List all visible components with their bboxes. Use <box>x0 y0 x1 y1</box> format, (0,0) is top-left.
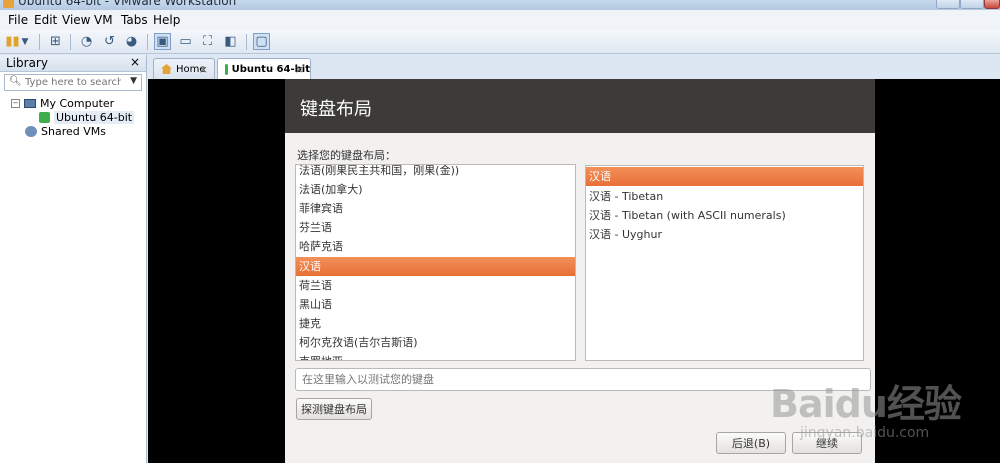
list-item[interactable]: 法语(刚果民主共和国，刚果(金)) <box>296 165 575 180</box>
power-dropdown-icon[interactable]: ▼ <box>20 33 30 50</box>
menu-vm[interactable]: VM <box>94 13 113 27</box>
list-item[interactable]: 芬兰语 <box>296 218 575 237</box>
title-bar: Ubuntu 64-bit - VMware Workstation <box>0 0 1000 10</box>
library-close-icon[interactable]: × <box>130 55 140 69</box>
menu-file[interactable]: File <box>8 13 28 27</box>
full-screen-icon[interactable]: ⛶ <box>199 33 216 50</box>
revert-snapshot-icon[interactable]: ↺ <box>101 33 118 50</box>
menu-help[interactable]: Help <box>153 13 180 27</box>
toolbar: ▮▮ ▼ ⊞ ◔ ↺ ◕ ▣ ▭ ⛶ ◧ ▢ <box>0 30 1000 54</box>
list-item[interactable]: 黑山语 <box>296 295 575 314</box>
tab-bar: Home × Ubuntu 64-bit × <box>148 55 1000 79</box>
shared-vms-icon <box>25 126 37 137</box>
unity-icon[interactable]: ◧ <box>222 33 239 50</box>
list-item[interactable]: 克罗地亚 <box>296 352 575 360</box>
list-item[interactable]: 哈萨克语 <box>296 237 575 256</box>
search-dropdown-icon[interactable]: ▼ <box>130 76 137 86</box>
list-item[interactable]: 法语(加拿大) <box>296 180 575 199</box>
library-search-input[interactable] <box>25 76 121 89</box>
tab-ubuntu[interactable]: Ubuntu 64-bit × <box>217 58 311 79</box>
menu-view[interactable]: View <box>62 13 90 27</box>
power-icon[interactable]: ▮▮ <box>4 33 21 50</box>
watermark-url: jingyan.baidu.com <box>800 425 930 441</box>
library-panel: Library × 🔍︎ ▼ − My Computer Ubuntu 64-b… <box>0 55 147 463</box>
snapshot-icon[interactable]: ◔ <box>78 33 95 50</box>
collapse-icon[interactable]: − <box>11 99 20 108</box>
tab-close-icon[interactable]: × <box>295 63 304 76</box>
detect-layout-button[interactable]: 探测键盘布局 <box>296 398 372 420</box>
list-item[interactable]: 菲律宾语 <box>296 199 575 218</box>
list-item[interactable]: 汉语 - Uyghur <box>586 225 863 244</box>
close-window-button[interactable] <box>984 0 1000 9</box>
variant-list[interactable]: 汉语 汉语 - Tibetan 汉语 - Tibetan (with ASCII… <box>585 165 864 361</box>
tree-my-computer[interactable]: − My Computer <box>11 97 114 110</box>
menu-bar: File Edit View VM Tabs Help <box>0 10 1000 30</box>
layout-prompt: 选择您的键盘布局： <box>297 149 396 162</box>
library-title: Library <box>6 56 48 70</box>
watermark-logo: Baidu经验 <box>770 382 962 426</box>
network-icon[interactable]: ⊞ <box>47 33 64 50</box>
list-item-selected[interactable]: 汉语 <box>586 167 863 186</box>
list-item[interactable]: 汉语 - Tibetan (with ASCII numerals) <box>586 206 863 225</box>
list-item[interactable]: 荷兰语 <box>296 276 575 295</box>
minimize-button[interactable] <box>936 0 960 9</box>
tree-shared-vms[interactable]: Shared VMs <box>25 125 106 138</box>
list-item-selected[interactable]: 汉语 <box>296 257 575 276</box>
list-item[interactable]: 捷克 <box>296 314 575 333</box>
thumbnail-bar-icon[interactable]: ▭ <box>177 33 194 50</box>
console-view-icon[interactable]: ▢ <box>253 33 270 50</box>
tab-home[interactable]: Home × <box>153 58 215 79</box>
vm-running-icon <box>225 63 228 75</box>
maximize-button[interactable] <box>960 0 984 9</box>
library-search[interactable]: 🔍︎ ▼ <box>4 74 142 91</box>
keyboard-test-input[interactable] <box>302 372 842 387</box>
computer-icon <box>24 99 36 108</box>
snapshot-manager-icon[interactable]: ◕ <box>123 33 140 50</box>
dialog-header: 键盘布局 <box>285 79 875 133</box>
vmware-app-icon <box>3 0 14 8</box>
show-library-icon[interactable]: ▣ <box>154 33 171 50</box>
menu-edit[interactable]: Edit <box>34 13 57 27</box>
tab-close-icon[interactable]: × <box>199 63 208 76</box>
dialog-title: 键盘布局 <box>300 99 372 120</box>
baidu-watermark: Baidu经验 jingyan.baidu.com <box>770 355 998 455</box>
window-title: Ubuntu 64-bit - VMware Workstation <box>18 0 237 8</box>
vm-running-icon <box>39 112 50 123</box>
list-item[interactable]: 汉语 - Tibetan <box>586 187 863 206</box>
home-icon <box>161 64 172 74</box>
menu-tabs[interactable]: Tabs <box>121 13 148 27</box>
library-header: Library × <box>0 55 146 72</box>
search-icon: 🔍︎ <box>9 76 22 87</box>
tree-ubuntu-vm[interactable]: Ubuntu 64-bit <box>39 111 135 124</box>
list-item[interactable]: 柯尔克孜语(吉尔吉斯语) <box>296 333 575 352</box>
layout-list[interactable]: 法语(刚果民主共和国，刚果(金)) 法语(加拿大) 菲律宾语 芬兰语 哈萨克语 … <box>295 164 576 361</box>
